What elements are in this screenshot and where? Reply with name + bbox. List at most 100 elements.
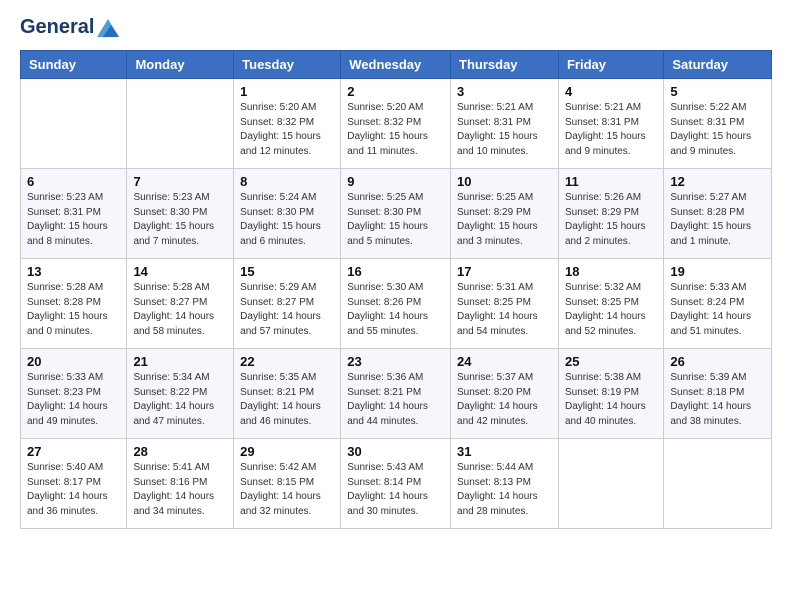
day-info: Sunrise: 5:43 AMSunset: 8:14 PMDaylight:…: [347, 461, 444, 519]
week-row-2: 6 Sunrise: 5:23 AMSunset: 8:31 PMDaylight…: [21, 169, 772, 259]
day-number: 17: [457, 264, 552, 279]
weekday-header-sunday: Sunday: [21, 51, 127, 79]
calendar-cell: 7 Sunrise: 5:23 AMSunset: 8:30 PMDaylight…: [127, 169, 234, 259]
day-info: Sunrise: 5:20 AMSunset: 8:32 PMDaylight:…: [347, 101, 444, 159]
calendar-cell: 12 Sunrise: 5:27 AMSunset: 8:28 PMDayligh…: [664, 169, 772, 259]
day-info: Sunrise: 5:30 AMSunset: 8:26 PMDaylight:…: [347, 281, 444, 339]
week-row-5: 27 Sunrise: 5:40 AMSunset: 8:17 PMDayligh…: [21, 439, 772, 529]
calendar-cell: 30 Sunrise: 5:43 AMSunset: 8:14 PMDayligh…: [341, 439, 451, 529]
day-number: 4: [565, 84, 657, 99]
day-info: Sunrise: 5:28 AMSunset: 8:27 PMDaylight:…: [133, 281, 227, 339]
day-number: 28: [133, 444, 227, 459]
calendar-cell: 17Sunrise: 5:31 AMSunset: 8:25 PMDayligh…: [451, 259, 559, 349]
weekday-header-saturday: Saturday: [664, 51, 772, 79]
calendar-cell: 21Sunrise: 5:34 AMSunset: 8:22 PMDayligh…: [127, 349, 234, 439]
day-number: 20: [27, 354, 120, 369]
weekday-header-monday: Monday: [127, 51, 234, 79]
day-number: 25: [565, 354, 657, 369]
day-number: 30: [347, 444, 444, 459]
day-info: Sunrise: 5:22 AMSunset: 8:31 PMDaylight:…: [670, 101, 765, 159]
calendar-cell: [21, 79, 127, 169]
day-info: Sunrise: 5:40 AMSunset: 8:17 PMDaylight:…: [27, 461, 120, 519]
day-info: Sunrise: 5:21 AMSunset: 8:31 PMDaylight:…: [457, 101, 552, 159]
day-number: 22: [240, 354, 334, 369]
day-info: Sunrise: 5:33 AMSunset: 8:24 PMDaylight:…: [670, 281, 765, 339]
day-number: 1: [240, 84, 334, 99]
day-number: 19: [670, 264, 765, 279]
calendar-cell: 1 Sunrise: 5:20 AMSunset: 8:32 PMDaylight…: [234, 79, 341, 169]
calendar-cell: 11 Sunrise: 5:26 AMSunset: 8:29 PMDayligh…: [558, 169, 663, 259]
logo: General: [20, 16, 119, 38]
day-info: Sunrise: 5:26 AMSunset: 8:29 PMDaylight:…: [565, 191, 657, 249]
header: General: [20, 16, 772, 38]
week-row-4: 20 Sunrise: 5:33 AMSunset: 8:23 PMDayligh…: [21, 349, 772, 439]
day-number: 5: [670, 84, 765, 99]
day-number: 10: [457, 174, 552, 189]
week-row-1: 1 Sunrise: 5:20 AMSunset: 8:32 PMDaylight…: [21, 79, 772, 169]
day-number: 24: [457, 354, 552, 369]
calendar-cell: 22 Sunrise: 5:35 AMSunset: 8:21 PMDayligh…: [234, 349, 341, 439]
day-info: Sunrise: 5:23 AMSunset: 8:30 PMDaylight:…: [133, 191, 227, 249]
calendar-cell: 24Sunrise: 5:37 AMSunset: 8:20 PMDayligh…: [451, 349, 559, 439]
calendar-cell: 28Sunrise: 5:41 AMSunset: 8:16 PMDayligh…: [127, 439, 234, 529]
calendar-cell: [664, 439, 772, 529]
calendar-cell: 16 Sunrise: 5:30 AMSunset: 8:26 PMDayligh…: [341, 259, 451, 349]
calendar-cell: 14Sunrise: 5:28 AMSunset: 8:27 PMDayligh…: [127, 259, 234, 349]
day-info: Sunrise: 5:28 AMSunset: 8:28 PMDaylight:…: [27, 281, 120, 339]
calendar-cell: 4 Sunrise: 5:21 AMSunset: 8:31 PMDaylight…: [558, 79, 663, 169]
calendar-cell: 15 Sunrise: 5:29 AMSunset: 8:27 PMDayligh…: [234, 259, 341, 349]
calendar-cell: 10Sunrise: 5:25 AMSunset: 8:29 PMDayligh…: [451, 169, 559, 259]
day-number: 3: [457, 84, 552, 99]
day-number: 2: [347, 84, 444, 99]
day-info: Sunrise: 5:42 AMSunset: 8:15 PMDaylight:…: [240, 461, 334, 519]
day-number: 12: [670, 174, 765, 189]
weekday-header-friday: Friday: [558, 51, 663, 79]
day-number: 27: [27, 444, 120, 459]
day-info: Sunrise: 5:36 AMSunset: 8:21 PMDaylight:…: [347, 371, 444, 429]
day-number: 26: [670, 354, 765, 369]
calendar-cell: 29 Sunrise: 5:42 AMSunset: 8:15 PMDayligh…: [234, 439, 341, 529]
calendar-cell: 23 Sunrise: 5:36 AMSunset: 8:21 PMDayligh…: [341, 349, 451, 439]
calendar-cell: 25Sunrise: 5:38 AMSunset: 8:19 PMDayligh…: [558, 349, 663, 439]
day-info: Sunrise: 5:33 AMSunset: 8:23 PMDaylight:…: [27, 371, 120, 429]
logo-text: General: [20, 16, 119, 38]
day-info: Sunrise: 5:23 AMSunset: 8:31 PMDaylight:…: [27, 191, 120, 249]
day-info: Sunrise: 5:29 AMSunset: 8:27 PMDaylight:…: [240, 281, 334, 339]
day-info: Sunrise: 5:39 AMSunset: 8:18 PMDaylight:…: [670, 371, 765, 429]
day-number: 18: [565, 264, 657, 279]
calendar-cell: [558, 439, 663, 529]
calendar-cell: 8Sunrise: 5:24 AMSunset: 8:30 PMDaylight…: [234, 169, 341, 259]
calendar-cell: 20 Sunrise: 5:33 AMSunset: 8:23 PMDayligh…: [21, 349, 127, 439]
day-info: Sunrise: 5:44 AMSunset: 8:13 PMDaylight:…: [457, 461, 552, 519]
calendar-cell: 2 Sunrise: 5:20 AMSunset: 8:32 PMDaylight…: [341, 79, 451, 169]
weekday-header-wednesday: Wednesday: [341, 51, 451, 79]
calendar-cell: 31Sunrise: 5:44 AMSunset: 8:13 PMDayligh…: [451, 439, 559, 529]
day-info: Sunrise: 5:27 AMSunset: 8:28 PMDaylight:…: [670, 191, 765, 249]
calendar-cell: 5 Sunrise: 5:22 AMSunset: 8:31 PMDaylight…: [664, 79, 772, 169]
calendar-cell: [127, 79, 234, 169]
day-info: Sunrise: 5:21 AMSunset: 8:31 PMDaylight:…: [565, 101, 657, 159]
calendar-cell: 19 Sunrise: 5:33 AMSunset: 8:24 PMDayligh…: [664, 259, 772, 349]
day-info: Sunrise: 5:20 AMSunset: 8:32 PMDaylight:…: [240, 101, 334, 159]
day-number: 6: [27, 174, 120, 189]
week-row-3: 13Sunrise: 5:28 AMSunset: 8:28 PMDayligh…: [21, 259, 772, 349]
day-info: Sunrise: 5:34 AMSunset: 8:22 PMDaylight:…: [133, 371, 227, 429]
day-number: 29: [240, 444, 334, 459]
day-number: 15: [240, 264, 334, 279]
page: General SundayMondayTuesdayWednesdayThur…: [0, 0, 792, 545]
calendar-cell: 9Sunrise: 5:25 AMSunset: 8:30 PMDaylight…: [341, 169, 451, 259]
day-info: Sunrise: 5:35 AMSunset: 8:21 PMDaylight:…: [240, 371, 334, 429]
calendar-cell: 18 Sunrise: 5:32 AMSunset: 8:25 PMDayligh…: [558, 259, 663, 349]
calendar-cell: 13Sunrise: 5:28 AMSunset: 8:28 PMDayligh…: [21, 259, 127, 349]
day-number: 11: [565, 174, 657, 189]
calendar-cell: 26 Sunrise: 5:39 AMSunset: 8:18 PMDayligh…: [664, 349, 772, 439]
calendar-cell: 3 Sunrise: 5:21 AMSunset: 8:31 PMDaylight…: [451, 79, 559, 169]
day-info: Sunrise: 5:32 AMSunset: 8:25 PMDaylight:…: [565, 281, 657, 339]
day-number: 7: [133, 174, 227, 189]
calendar-cell: 6 Sunrise: 5:23 AMSunset: 8:31 PMDaylight…: [21, 169, 127, 259]
weekday-header-row: SundayMondayTuesdayWednesdayThursdayFrid…: [21, 51, 772, 79]
weekday-header-thursday: Thursday: [451, 51, 559, 79]
day-number: 23: [347, 354, 444, 369]
calendar: SundayMondayTuesdayWednesdayThursdayFrid…: [20, 50, 772, 529]
day-number: 16: [347, 264, 444, 279]
